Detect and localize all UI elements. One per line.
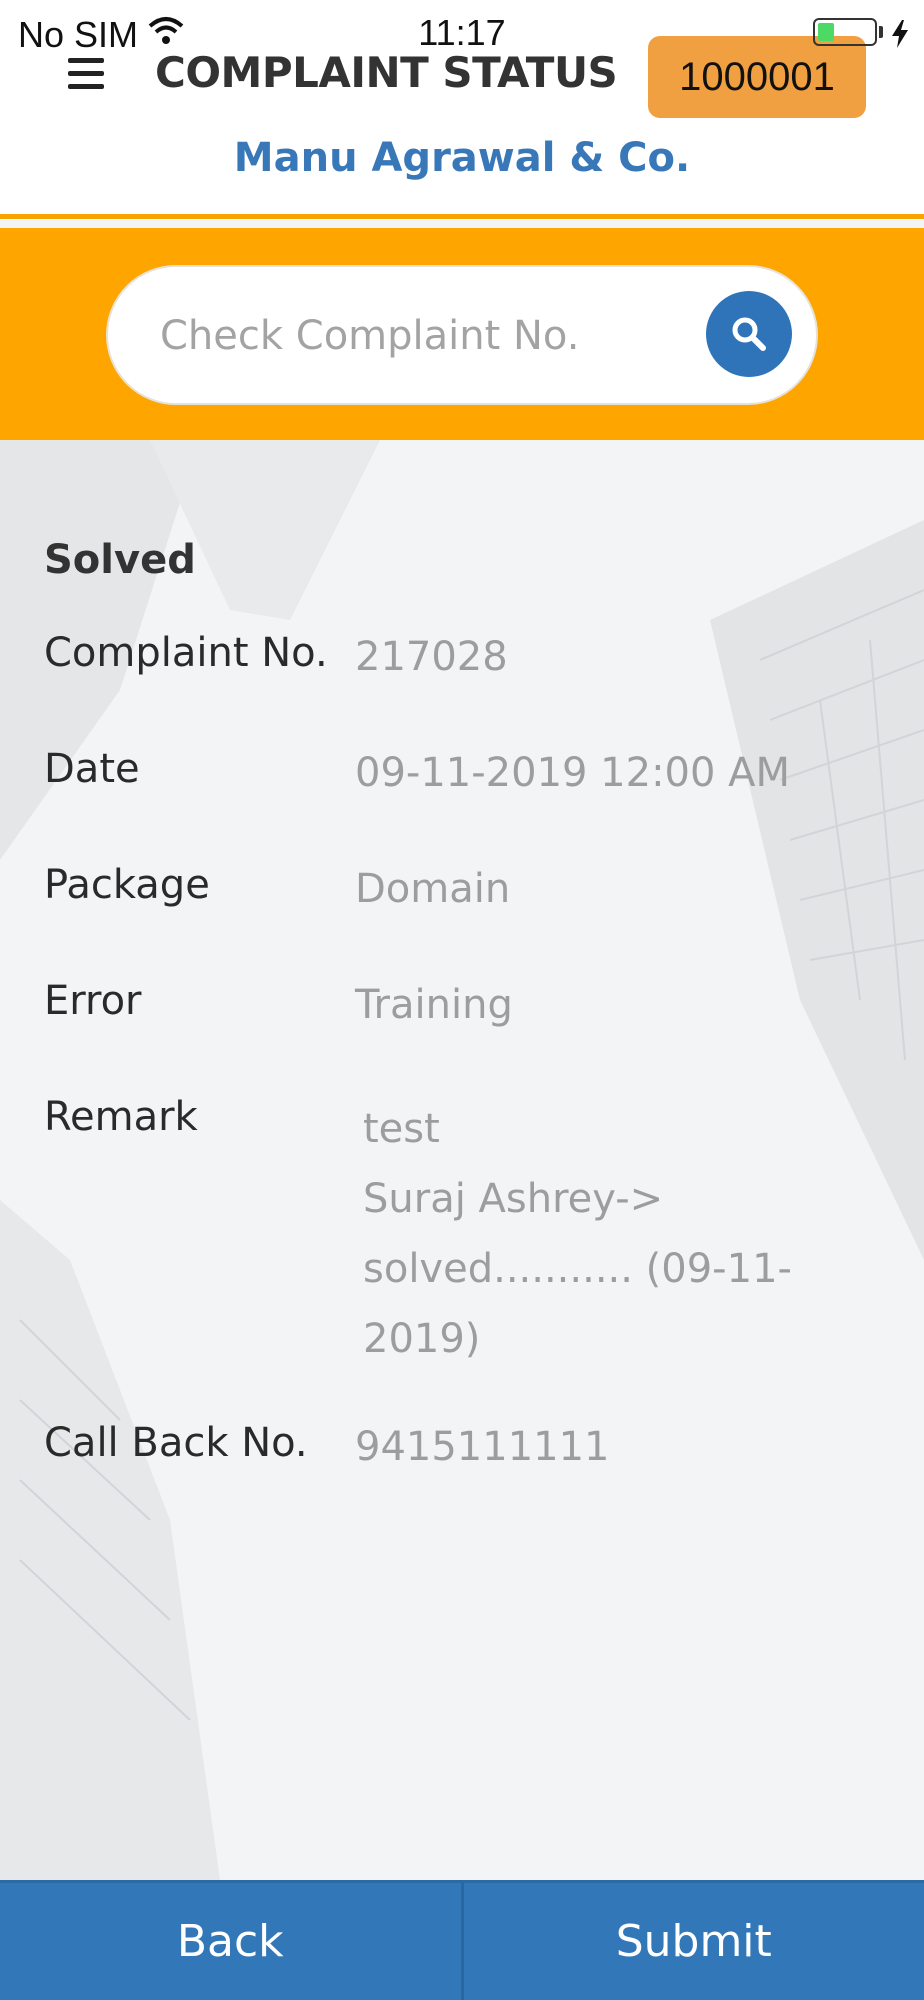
battery-tip (879, 26, 883, 38)
remark-text: test Suraj Ashrey-> solved........... (0… (363, 1094, 792, 1374)
detail-label: Call Back No. (44, 1420, 308, 1466)
hamburger-menu-icon[interactable] (68, 58, 104, 90)
bottom-action-bar: Back Submit (0, 1880, 924, 2000)
status-bar: No SIM 11:17 (0, 0, 924, 60)
search-band (0, 228, 924, 440)
status-time: 11:17 (418, 12, 506, 53)
back-button[interactable]: Back (0, 1880, 461, 2000)
detail-label: Error (44, 978, 142, 1024)
battery-level-fill (818, 23, 834, 41)
detail-label: Date (44, 746, 140, 792)
search-box (106, 265, 818, 405)
detail-label: Package (44, 862, 210, 908)
detail-value: 217028 (355, 634, 508, 680)
detail-value: 9415111111 (355, 1424, 610, 1470)
remark-line: test (363, 1106, 440, 1152)
complaint-number-input[interactable] (158, 299, 682, 373)
detail-value: Domain (355, 866, 511, 912)
company-name: Manu Agrawal & Co. (233, 135, 691, 181)
detail-label: Remark (44, 1094, 198, 1140)
detail-label: Complaint No. (44, 630, 328, 676)
complaint-status: Solved (44, 537, 196, 583)
search-icon (732, 317, 766, 351)
detail-value: 09-11-2019 12:00 AM (355, 750, 791, 796)
detail-value: Training (355, 982, 513, 1028)
submit-button[interactable]: Submit (460, 1880, 924, 2000)
remark-line: Suraj Ashrey-> (363, 1176, 664, 1222)
header-divider (0, 214, 924, 219)
charging-icon (892, 20, 908, 48)
remark-line: solved........... (09-11- (363, 1246, 792, 1292)
remark-line: 2019) (363, 1316, 481, 1362)
battery-icon (813, 18, 877, 46)
search-button[interactable] (706, 291, 792, 377)
